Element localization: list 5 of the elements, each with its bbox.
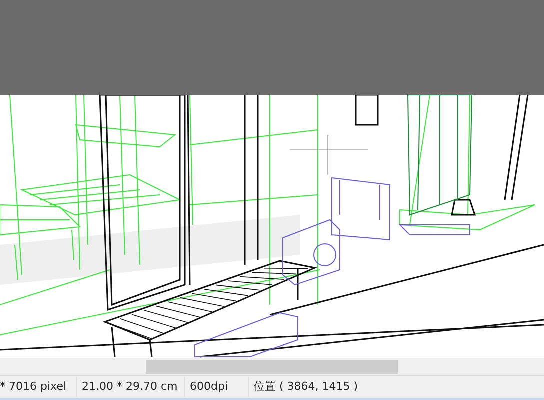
status-text: 600dpi: [185, 377, 249, 397]
status-text: * 7016 pixel: [0, 377, 77, 397]
scrollbar-thumb[interactable]: [146, 360, 398, 374]
status-text: 位置 ( 3864, 1415 ): [253, 379, 360, 395]
status-text: 21.00 * 29.70 cm: [77, 377, 185, 397]
